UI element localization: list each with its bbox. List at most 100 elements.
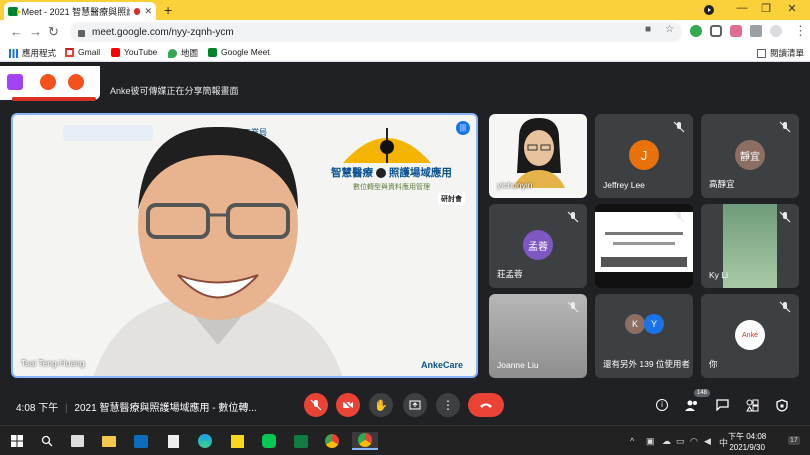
extension-grid-icon[interactable] [710, 25, 722, 37]
system-clock[interactable]: 下午 04:08 2021/9/30 [728, 431, 766, 453]
taskbar-sticky-notes[interactable] [228, 432, 246, 450]
taskbar-line[interactable] [260, 432, 278, 450]
taskbar-outlook[interactable] [132, 432, 150, 450]
clock-date: 2021/9/30 [729, 443, 765, 452]
participant-tile[interactable]: 靜宜 高靜宜 [701, 114, 799, 198]
taskbar-chrome-active[interactable] [352, 432, 378, 450]
maximize-button[interactable]: ❐ [756, 2, 776, 15]
people-count-badge: 148 [694, 389, 711, 397]
line-icon [262, 434, 276, 448]
host-controls-button[interactable] [774, 397, 790, 413]
bookmark-label: YouTube [124, 47, 158, 57]
document-icon [167, 434, 179, 448]
thumbnail-line [613, 242, 675, 245]
participant-tile[interactable] [595, 204, 693, 288]
extensions-puzzle-icon[interactable] [750, 25, 762, 37]
participant-avatar: J [629, 140, 659, 170]
reload-button[interactable]: ↻ [48, 23, 59, 41]
participant-avatar: Y [644, 314, 664, 334]
taskbar-store[interactable] [68, 432, 86, 450]
tray-cloud-icon[interactable]: ☁ [662, 436, 671, 447]
chrome-menu-icon[interactable]: ⋮ [794, 22, 807, 40]
others-tile[interactable]: K Y 還有另外 139 位使用者 [595, 294, 693, 378]
notification-center-button[interactable]: 17 [788, 436, 800, 445]
presenter-tile[interactable]: 工業局 智慧醫療 照護場域應用 數位轉型與資料應用管理 研討會 AnkeCare… [11, 113, 478, 378]
tab-strip: Meet - 2021 智慧醫療與照護... ✕ + — ❐ ✕ [0, 0, 810, 20]
taskbar-excel[interactable] [292, 432, 310, 450]
close-window-button[interactable]: ✕ [782, 2, 802, 15]
raise-hand-button[interactable]: ✋ [369, 393, 393, 417]
back-button[interactable]: ← [10, 23, 23, 41]
speaking-indicator-icon: ||| [456, 121, 470, 135]
extension-pink-icon[interactable] [730, 25, 742, 37]
address-bar[interactable]: meet.google.com/nyy-zqnh-ycm [70, 22, 682, 42]
slide-subtitle: 數位轉型與資料應用管理 [353, 184, 430, 191]
tray-wifi-icon[interactable]: ◠ [690, 436, 698, 447]
participant-tile[interactable]: Joanne Liu [489, 294, 587, 378]
people-button[interactable] [684, 397, 700, 413]
chat-button[interactable] [714, 397, 730, 413]
umbrella-logo-icon [343, 128, 431, 163]
new-tab-button[interactable]: + [164, 1, 172, 19]
taskbar-edge[interactable] [196, 432, 214, 450]
bookmark-apps[interactable]: 應用程式 [9, 47, 56, 59]
bookmark-youtube[interactable]: YouTube [111, 47, 157, 57]
media-control-icon[interactable] [704, 5, 714, 15]
tray-battery-icon[interactable]: ▭ [676, 436, 685, 447]
bookmark-label: 應用程式 [22, 48, 57, 58]
apps-grid-icon [9, 48, 18, 58]
taskbar-chrome[interactable] [323, 432, 341, 450]
meeting-details-button[interactable]: i [654, 397, 670, 413]
activities-button[interactable] [744, 397, 760, 413]
self-tile[interactable]: Anké 你 [701, 294, 799, 378]
camera-toggle-button[interactable] [336, 393, 360, 417]
mic-off-icon [779, 121, 791, 133]
profile-avatar-icon[interactable] [770, 25, 782, 37]
chrome-icon [358, 433, 372, 447]
more-options-button[interactable]: ⋮ [436, 393, 460, 417]
meet-app: Anke彼可傳媒正在分享簡報畫面 工業局 智慧醫療 照護場域應用 數位轉型與資料… [0, 63, 810, 425]
participant-video [513, 118, 565, 188]
chat-icon [715, 399, 729, 411]
mic-toggle-button[interactable] [304, 393, 328, 417]
tray-app-icon[interactable]: ▣ [646, 436, 655, 447]
input-language[interactable]: 中 [719, 436, 728, 449]
bookmark-maps[interactable]: 地圖 [168, 47, 198, 59]
present-button[interactable] [403, 393, 427, 417]
extension-green-icon[interactable] [690, 25, 702, 37]
start-button[interactable] [8, 432, 26, 450]
participant-tile[interactable]: Ky Li [701, 204, 799, 288]
participant-avatar: 孟蓉 [523, 230, 553, 260]
search-button[interactable] [38, 432, 56, 450]
mic-off-icon [310, 399, 322, 411]
camera-in-use-icon[interactable]: ■ [645, 24, 651, 35]
bookmark-gmail[interactable]: Gmail [65, 47, 100, 57]
bookmark-star-icon[interactable]: ☆ [665, 24, 674, 35]
presenting-banner-accent [12, 97, 96, 101]
meet-favicon-icon [8, 6, 21, 16]
bookmark-google-meet[interactable]: Google Meet [208, 47, 270, 57]
tab-close-icon[interactable]: ✕ [144, 6, 152, 17]
participant-tile[interactable]: J Jeffrey Lee [595, 114, 693, 198]
forward-button[interactable]: → [29, 23, 42, 41]
reading-list-icon [757, 48, 766, 58]
presenter-name: Tsai Teng-Huang [21, 358, 85, 368]
reading-list-button[interactable]: 閱讀清單 [757, 47, 804, 59]
sticky-notes-icon [230, 434, 244, 448]
shield-lock-icon [776, 398, 788, 412]
self-avatar-logo: Anké [735, 320, 765, 350]
participant-tile[interactable]: yichunyin [489, 114, 587, 198]
tray-volume-icon[interactable]: ◀ [704, 436, 711, 447]
activities-icon [745, 399, 758, 411]
maps-pin-icon [168, 48, 177, 58]
participant-video [723, 204, 777, 288]
minimize-button[interactable]: — [732, 2, 752, 14]
participant-tile[interactable]: 孟蓉 莊孟蓉 [489, 204, 587, 288]
taskbar-notepad[interactable] [164, 432, 182, 450]
taskbar-explorer[interactable] [100, 432, 118, 450]
folder-icon [102, 435, 116, 447]
leave-call-button[interactable] [468, 393, 504, 417]
tray-chevron-icon[interactable]: ^ [630, 436, 634, 446]
browser-tab[interactable]: Meet - 2021 智慧醫療與照護... ✕ [4, 2, 156, 20]
hand-icon: ✋ [374, 399, 388, 412]
